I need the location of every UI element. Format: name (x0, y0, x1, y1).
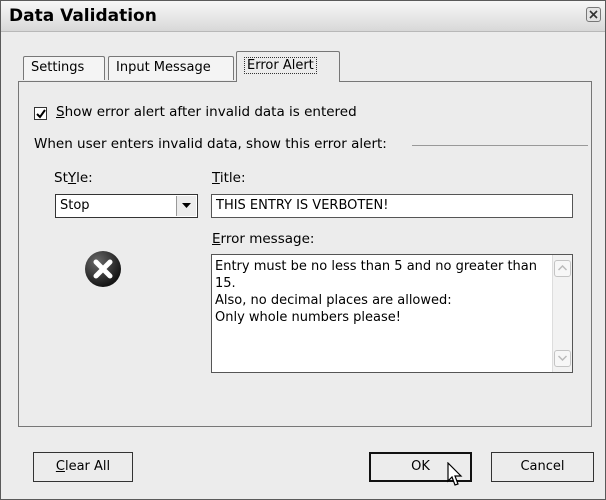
tab-input-message[interactable]: Input Message (108, 56, 234, 80)
close-button[interactable] (586, 7, 601, 22)
checkmark-icon (36, 109, 46, 119)
tab-input-message-label: Input Message (116, 60, 211, 75)
group-divider (412, 145, 588, 146)
scroll-down-button[interactable] (554, 350, 571, 367)
stop-x-icon (85, 251, 121, 287)
error-message-text: Entry must be no less than 5 and no grea… (215, 259, 538, 325)
tab-error-alert[interactable]: Error Alert (236, 51, 340, 82)
chevron-down-icon (558, 355, 567, 361)
chevron-down-icon (182, 203, 191, 208)
style-label: StYle: (54, 170, 93, 186)
dialog-title: Data Validation (9, 6, 157, 26)
error-message-label: Error message: (212, 231, 315, 247)
show-error-alert-checkbox[interactable] (34, 107, 47, 120)
title-bar[interactable]: Data Validation (1, 1, 605, 32)
cancel-button[interactable]: Cancel (491, 452, 594, 482)
tab-settings[interactable]: Settings (23, 56, 105, 80)
tab-settings-label: Settings (31, 60, 85, 75)
style-dropdown[interactable]: Stop (55, 194, 198, 218)
title-label: Title: (212, 170, 246, 186)
scroll-up-button[interactable] (554, 260, 571, 277)
clear-all-button[interactable]: Clear All (33, 452, 133, 482)
mouse-cursor-icon (447, 462, 463, 486)
style-selected-value: Stop (60, 198, 90, 213)
chevron-up-icon (558, 265, 567, 271)
error-message-textarea[interactable]: Entry must be no less than 5 and no grea… (211, 254, 573, 373)
show-error-alert-label: Show error alert after invalid data is e… (56, 104, 357, 120)
title-input[interactable]: THIS ENTRY IS VERBOTEN! (211, 194, 573, 218)
error-message-scrollbar[interactable] (552, 255, 572, 372)
close-icon (589, 10, 598, 19)
style-dropdown-button[interactable] (176, 196, 196, 216)
tab-error-alert-label: Error Alert (244, 57, 317, 74)
error-alert-group-label: When user enters invalid data, show this… (34, 136, 387, 152)
